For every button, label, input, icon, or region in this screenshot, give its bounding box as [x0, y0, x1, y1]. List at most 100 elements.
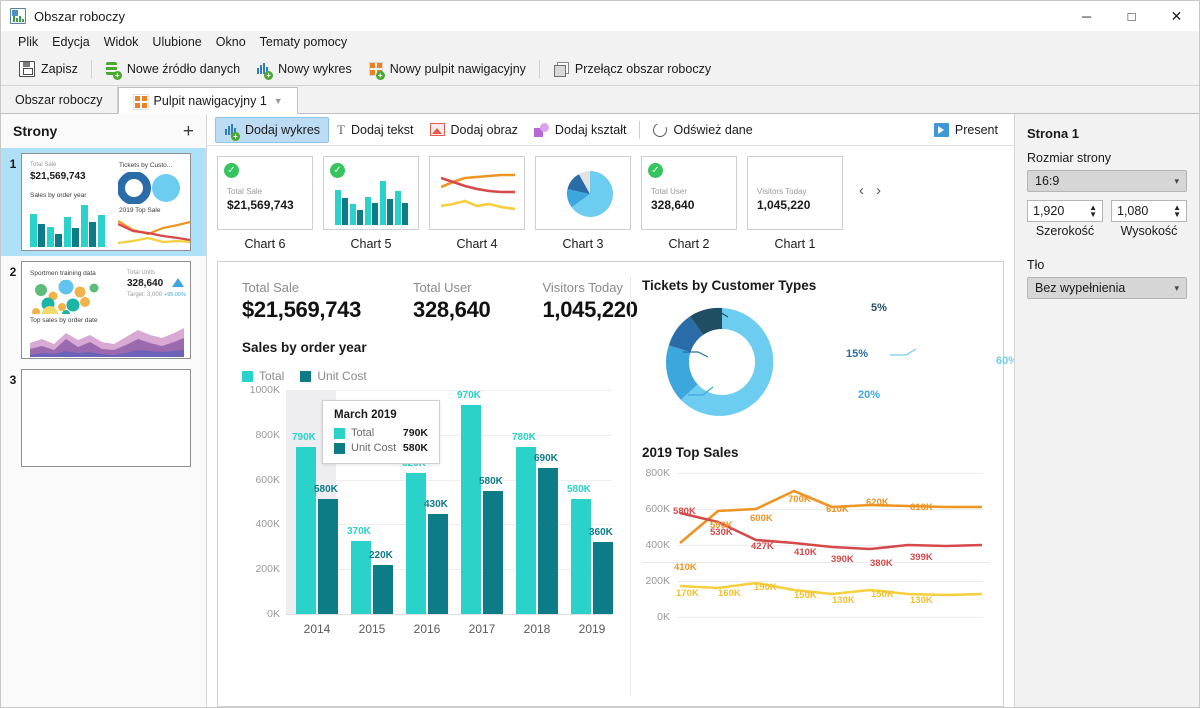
bar-unitcost-2016[interactable] — [428, 514, 448, 614]
bar-total-2017[interactable] — [461, 405, 481, 614]
line-label-red: 410K — [794, 547, 817, 558]
bar-total-2015[interactable] — [351, 541, 371, 614]
menu-ulubione[interactable]: Ulubione — [145, 33, 208, 51]
add-chart-button[interactable]: Dodaj wykres — [215, 116, 330, 143]
thumb-up-arrow-icon — [172, 278, 184, 287]
stepper-icon[interactable]: ▲ ▼ — [1173, 204, 1181, 219]
page-thumbnail-1[interactable]: Total Sale $21,569,743 Sales by order ye… — [21, 153, 191, 251]
save-button[interactable]: Zapisz — [11, 58, 86, 80]
gallery-item-chart-5[interactable]: ✓ Chart 5 — [323, 156, 419, 251]
bar-unitcost-2018[interactable] — [538, 468, 558, 614]
kpi-total-user[interactable]: Total User 328,640 — [413, 280, 491, 323]
thumb-total-sale-value: $21,569,743 — [30, 171, 86, 182]
background-select[interactable]: Bez wypełnienia ▾ — [1027, 277, 1187, 299]
page-item-1[interactable]: 1 Total Sale $21,569,743 Sales by order … — [1, 148, 206, 256]
chevron-down-icon[interactable]: ▼ — [274, 96, 283, 106]
gallery-caption: Chart 5 — [350, 237, 392, 251]
properties-panel: Strona 1 Rozmiar strony 16:9 ▾ 1,920 ▲ ▼ … — [1014, 114, 1199, 707]
line-label-orange: 700K — [788, 494, 811, 505]
gallery-item-chart-6[interactable]: ✓ Total Sale $21,569,743 Chart 6 — [217, 156, 313, 251]
gallery-item-chart-4[interactable]: Chart 4 — [429, 156, 525, 251]
gallery-thumb[interactable]: ✓ — [323, 156, 419, 230]
kpi-label: Total Sale — [242, 280, 300, 295]
menu-widok[interactable]: Widok — [97, 33, 146, 51]
add-chart-label: Dodaj wykres — [245, 122, 321, 137]
background-label: Tło — [1027, 258, 1045, 272]
check-icon: ✓ — [224, 163, 239, 178]
properties-title: Strona 1 — [1027, 126, 1080, 141]
bar-total-2019[interactable] — [571, 499, 591, 614]
gallery-kpi-value: 1,045,220 — [757, 198, 811, 212]
y-tick: 200K — [255, 563, 280, 575]
x-tick: 2015 — [358, 622, 386, 636]
donut-label-common: 60% — [996, 355, 1014, 367]
menu-edycja[interactable]: Edycja — [45, 33, 97, 51]
menu-plik[interactable]: Plik — [11, 33, 45, 51]
width-value: 1,920 — [1033, 204, 1065, 218]
add-page-button[interactable]: + — [183, 122, 194, 141]
width-input[interactable]: 1,920 ▲ ▼ — [1027, 200, 1103, 222]
add-image-button[interactable]: Dodaj obraz — [422, 119, 526, 141]
save-icon — [19, 61, 35, 77]
refresh-data-label: Odśwież dane — [673, 122, 753, 137]
tooltip-series-value: 580K — [402, 442, 428, 454]
gallery-thumb[interactable] — [535, 156, 631, 230]
height-field-group: 1,080 ▲ ▼ Wysokość — [1111, 200, 1187, 238]
thumb-total-sale-label: Total Sale — [30, 162, 57, 168]
tab-pulpit-nawigacyjny-1[interactable]: Pulpit nawigacyjny 1 ▼ — [117, 87, 298, 114]
kpi-total-sale[interactable]: Total Sale $21,569,743 — [242, 280, 361, 323]
aspect-ratio-select[interactable]: 16:9 ▾ — [1027, 170, 1187, 192]
gallery-next-button[interactable]: › — [876, 182, 881, 199]
size-inputs: 1,920 ▲ ▼ Szerokość 1,080 ▲ ▼ Wysokość — [1027, 200, 1187, 238]
bar-unitcost-2015[interactable] — [373, 565, 393, 614]
application-window: Obszar roboczy ─ □ ✕ Plik Edycja Widok U… — [0, 0, 1200, 708]
bar-unitcost-2019[interactable] — [593, 542, 613, 614]
page-item-2[interactable]: 2 Sportmen training data Total Units 328… — [1, 256, 206, 364]
page-thumbnail-2[interactable]: Sportmen training data Total Units 328,6… — [21, 261, 191, 359]
menu-okno[interactable]: Okno — [209, 33, 253, 51]
page-item-3[interactable]: 3 — [1, 364, 206, 472]
thumb-total-units-value: 328,640 — [127, 278, 164, 289]
gallery-thumb[interactable]: Visitors Today 1,045,220 — [747, 156, 843, 230]
gallery-item-chart-1[interactable]: Visitors Today 1,045,220 Chart 1 — [747, 156, 843, 251]
minimize-icon[interactable]: ─ — [1064, 1, 1109, 31]
gallery-kpi-value: $21,569,743 — [227, 198, 294, 212]
stepper-icon[interactable]: ▲ ▼ — [1089, 204, 1097, 219]
tab-label: Pulpit nawigacyjny 1 — [153, 93, 267, 108]
legend-item-unit-cost[interactable]: Unit Cost — [300, 369, 367, 383]
kpi-visitors-today[interactable]: Visitors Today 1,045,220 — [542, 280, 637, 323]
add-shape-button[interactable]: Dodaj kształt — [526, 119, 635, 141]
gallery-prev-button[interactable]: ‹ — [859, 182, 864, 199]
page-thumbnail-3[interactable] — [21, 369, 191, 467]
new-datasource-button[interactable]: Nowe źródło danych — [97, 58, 248, 80]
gallery-item-chart-3[interactable]: Chart 3 — [535, 156, 631, 251]
gridline — [286, 390, 612, 391]
bar-unitcost-2014[interactable] — [318, 499, 338, 614]
present-button[interactable]: Present — [926, 119, 1006, 141]
new-dashboard-button[interactable]: Nowy pulpit nawigacyjny — [360, 58, 534, 80]
gallery-thumb[interactable] — [429, 156, 525, 230]
new-chart-button[interactable]: Nowy wykres — [248, 58, 360, 80]
tab-obszar-roboczy[interactable]: Obszar roboczy — [1, 86, 118, 113]
add-text-button[interactable]: T Dodaj tekst — [329, 118, 421, 142]
gallery-item-chart-2[interactable]: ✓ Total User 328,640 Chart 2 — [641, 156, 737, 251]
refresh-data-button[interactable]: Odśwież dane — [645, 119, 760, 141]
bar-label: 370K — [347, 526, 371, 537]
add-shape-label: Dodaj kształt — [554, 122, 627, 137]
height-input[interactable]: 1,080 ▲ ▼ — [1111, 200, 1187, 222]
switch-workspace-button[interactable]: Przełącz obszar roboczy — [545, 58, 719, 80]
legend-item-total[interactable]: Total — [242, 369, 284, 383]
menu-tematy-pomocy[interactable]: Tematy pomocy — [253, 33, 355, 51]
bar-total-2018[interactable] — [516, 447, 536, 614]
gallery-caption: Chart 1 — [774, 237, 816, 251]
sales-chart-legend: Total Unit Cost — [242, 369, 367, 383]
bar-total-2014[interactable] — [296, 447, 316, 614]
close-icon[interactable]: ✕ — [1154, 1, 1199, 31]
gallery-thumb[interactable]: ✓ Total User 328,640 — [641, 156, 737, 230]
gallery-thumb[interactable]: ✓ Total Sale $21,569,743 — [217, 156, 313, 230]
dashboard-canvas[interactable]: Total Sale $21,569,743 Total User 328,64… — [217, 261, 1014, 707]
bar-unitcost-2017[interactable] — [483, 491, 503, 614]
bar-total-2016[interactable] — [406, 473, 426, 614]
legend-label: Unit Cost — [317, 369, 367, 383]
maximize-icon[interactable]: □ — [1109, 1, 1154, 31]
